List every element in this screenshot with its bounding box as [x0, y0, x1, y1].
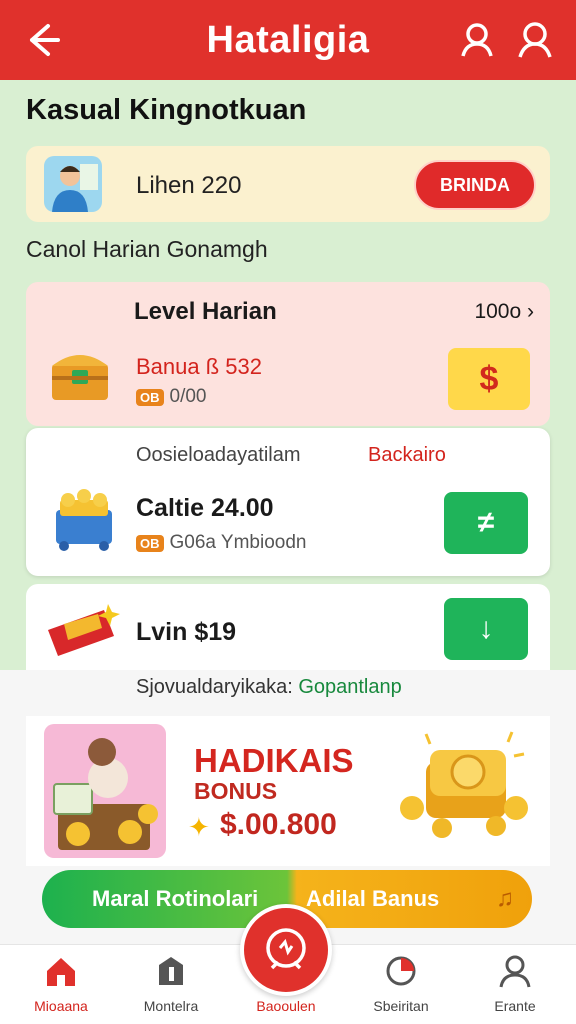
left-action-label[interactable]: Maral Rotinolari	[92, 886, 258, 912]
level-bonus-text: Banua ß 532	[136, 354, 262, 379]
reward-title: Caltie 24.00	[136, 494, 274, 522]
reward-sub: OB G06a Ymbioodn	[136, 532, 306, 554]
bonus-amount: $.00.800	[220, 808, 337, 841]
level-title: Level Harian	[134, 298, 277, 325]
tag-badge: OB	[136, 534, 164, 552]
level-value[interactable]: 100o ›	[474, 300, 534, 324]
tag-badge: OB	[136, 388, 164, 406]
reward-action-button[interactable]: ≠	[444, 492, 528, 554]
nav-item-profile[interactable]: Erante	[460, 953, 570, 1014]
nav-item-store[interactable]: Montelra	[116, 953, 226, 1014]
level-sub: OB 0/00	[136, 386, 206, 408]
claim-button[interactable]: BRINDA	[414, 160, 536, 210]
center-action-button[interactable]	[240, 904, 332, 996]
spin-wheel-icon	[386, 956, 416, 986]
nav-item-spin[interactable]: Sbeiritan	[346, 953, 456, 1014]
dollar-button[interactable]: $	[448, 348, 530, 410]
right-action-label[interactable]: Adilal Banus	[306, 886, 439, 912]
top-app-bar: Hataligia	[0, 0, 576, 80]
gift-ribbon-icon	[48, 604, 120, 656]
win-title: Lvin $19	[136, 618, 237, 646]
bonus-subtitle: BONUS	[194, 778, 278, 804]
user-card: Lihen 220 BRINDA	[26, 146, 550, 222]
person-icon	[499, 955, 531, 988]
alarm-icon	[266, 928, 306, 970]
home-icon	[47, 958, 75, 986]
bonus-title: HADIKAIS	[194, 742, 354, 779]
music-note-icon: ♫	[496, 885, 514, 912]
back-arrow-icon[interactable]	[22, 20, 62, 60]
subsection-title: Canol Harian Gonamgh	[26, 236, 268, 262]
nav-item-home[interactable]: Mioaana	[6, 953, 116, 1014]
win-card[interactable]: Lvin $19 ↓	[26, 584, 550, 674]
center-action-label: Baooulen	[256, 998, 316, 1014]
coins-stack-icon	[400, 731, 528, 838]
promo-text: Sjovualdaryikaka: Gopantlanp	[136, 676, 402, 698]
user-icon[interactable]	[458, 20, 496, 60]
avatar	[44, 156, 102, 212]
treasure-chest-icon	[52, 355, 108, 400]
user-level-text: Lihen 220	[136, 172, 242, 199]
reward-card[interactable]: Oosieloadayatilam Backairo Caltie 24.00 …	[26, 428, 550, 576]
reward-link[interactable]: Backairo	[368, 444, 446, 467]
download-button[interactable]: ↓	[444, 598, 528, 660]
section-title: Kasual Kingnotkuan	[26, 94, 307, 126]
sparkle-icon: ✦	[188, 812, 210, 842]
chevron-right-icon: ›	[527, 300, 534, 323]
store-icon	[159, 957, 183, 985]
bonus-image	[44, 724, 166, 858]
coin-chest-icon	[56, 489, 112, 551]
reward-header: Oosieloadayatilam	[136, 444, 301, 466]
daily-level-card[interactable]: Level Harian 100o › Banua ß 532 OB 0/00 $	[26, 282, 550, 426]
profile-icon[interactable]	[516, 20, 554, 60]
